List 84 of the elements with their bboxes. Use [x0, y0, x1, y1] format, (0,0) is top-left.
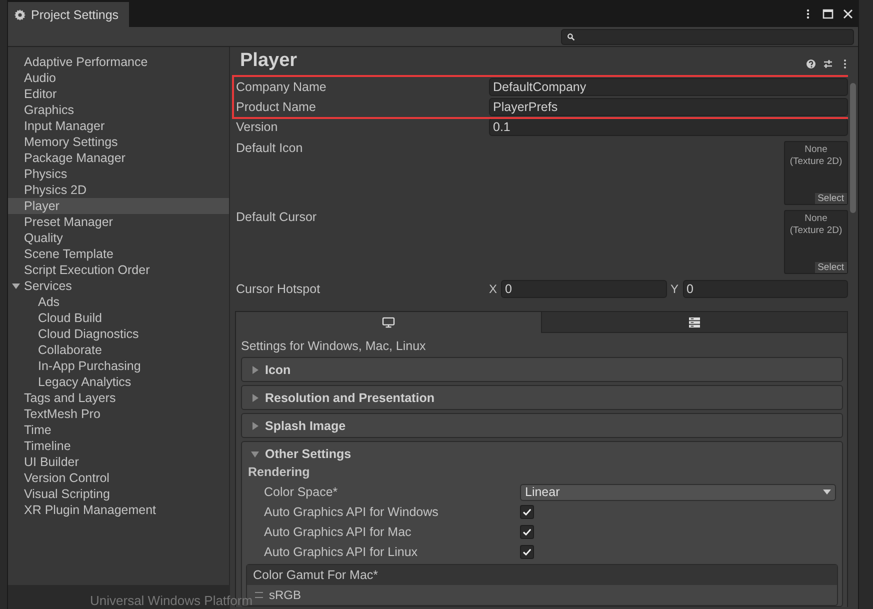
group-heading: Rendering: [248, 465, 311, 479]
window-title: Project Settings: [31, 8, 119, 22]
sidebar-item[interactable]: Editor: [8, 86, 229, 102]
sidebar-item[interactable]: Adaptive Performance: [8, 54, 229, 70]
field-label: Default Icon: [236, 141, 304, 155]
sidebar-item[interactable]: Scene Template: [8, 246, 229, 262]
server-icon: [688, 316, 701, 328]
slot-text: None (Texture 2D): [788, 212, 844, 237]
caret-icon: [251, 450, 259, 458]
sidebar-item[interactable]: Time: [8, 422, 229, 438]
caret-icon: [251, 394, 259, 402]
checkbox[interactable]: [520, 505, 534, 519]
texture-slot[interactable]: None (Texture 2D) Select: [784, 210, 848, 274]
search-icon: [567, 32, 575, 40]
checkbox[interactable]: [520, 545, 534, 559]
platform-heading: Settings for Windows, Mac, Linux: [241, 339, 427, 353]
texture-slot[interactable]: None (Texture 2D) Select: [784, 141, 848, 205]
sidebar-item[interactable]: Player: [8, 198, 229, 214]
help-icon[interactable]: [806, 59, 816, 69]
section-header[interactable]: Splash Image: [242, 414, 842, 437]
sidebar-item[interactable]: Quality: [8, 230, 229, 246]
select-button[interactable]: Select: [814, 262, 847, 273]
sidebar-item[interactable]: Services: [8, 278, 229, 294]
close-icon[interactable]: [842, 8, 854, 20]
sidebar-item[interactable]: Timeline: [8, 438, 229, 454]
caret-icon: [251, 366, 259, 374]
sidebar-item[interactable]: Cloud Diagnostics: [8, 326, 229, 342]
sidebar-item[interactable]: Legacy Analytics: [8, 374, 229, 390]
sliders-icon[interactable]: [823, 59, 833, 69]
sidebar-item[interactable]: Tags and Layers: [8, 390, 229, 406]
sidebar-item[interactable]: Audio: [8, 70, 229, 86]
checkbox[interactable]: [520, 525, 534, 539]
caret-icon[interactable]: [12, 282, 20, 290]
monitor-icon: [382, 316, 395, 328]
dropdown[interactable]: Linear: [520, 484, 836, 500]
scrollbar-thumb[interactable]: [850, 83, 856, 213]
setting-label: Auto Graphics API for Mac: [264, 525, 412, 539]
drag-handle-icon[interactable]: [255, 592, 263, 598]
sidebar-item[interactable]: Ads: [8, 294, 229, 310]
input-field[interactable]: 0: [501, 280, 666, 298]
axis-label: X: [489, 282, 497, 296]
background-text: Universal Windows Platform: [90, 593, 253, 608]
field-label: Company Name: [236, 80, 328, 94]
field-label: Cursor Hotspot: [236, 282, 322, 296]
input-field[interactable]: 0: [682, 280, 848, 298]
sidebar-item[interactable]: UI Builder: [8, 454, 229, 470]
list-header: Color Gamut For Mac*: [247, 565, 837, 585]
setting-label: Color Space*: [264, 485, 339, 499]
panel-title: Player: [240, 50, 298, 72]
sidebar-item[interactable]: Visual Scripting: [8, 486, 229, 502]
field-label: Default Cursor: [236, 210, 318, 224]
section-header[interactable]: Other Settings: [242, 442, 842, 465]
sidebar-item[interactable]: Memory Settings: [8, 134, 229, 150]
list-item[interactable]: sRGB: [269, 588, 302, 602]
sidebar-item[interactable]: Preset Manager: [8, 214, 229, 230]
sidebar-item[interactable]: Graphics: [8, 102, 229, 118]
caret-icon: [251, 422, 259, 430]
section-header[interactable]: Resolution and Presentation: [242, 386, 842, 409]
sidebar-item[interactable]: Collaborate: [8, 342, 229, 358]
select-button[interactable]: Select: [814, 193, 847, 204]
sidebar-item[interactable]: Script Execution Order: [8, 262, 229, 278]
maximize-icon[interactable]: [822, 8, 834, 20]
sidebar-item[interactable]: Cloud Build: [8, 310, 229, 326]
gear-icon: [14, 8, 26, 20]
setting-label: Auto Graphics API for Linux: [264, 545, 419, 559]
search-field[interactable]: [561, 28, 854, 44]
input-field[interactable]: PlayerPrefs: [489, 98, 848, 116]
sidebar-item[interactable]: TextMesh Pro: [8, 406, 229, 422]
field-label: Product Name: [236, 100, 317, 114]
slot-text: None (Texture 2D): [788, 143, 844, 168]
section-header[interactable]: Icon: [242, 358, 842, 381]
sidebar-item[interactable]: Package Manager: [8, 150, 229, 166]
sidebar-item[interactable]: Version Control: [8, 470, 229, 486]
sidebar-item[interactable]: XR Plugin Management: [8, 502, 229, 518]
input-field[interactable]: 0.1: [489, 118, 848, 136]
sidebar-item[interactable]: Input Manager: [8, 118, 229, 134]
sidebar-item[interactable]: Physics 2D: [8, 182, 229, 198]
setting-label: Auto Graphics API for Windows: [264, 505, 440, 519]
field-label: Version: [236, 120, 279, 134]
caret-icon: [823, 489, 831, 495]
sidebar-item[interactable]: Physics: [8, 166, 229, 182]
input-field[interactable]: DefaultCompany: [489, 78, 848, 96]
axis-label: Y: [670, 282, 678, 296]
sidebar-item[interactable]: In-App Purchasing: [8, 358, 229, 374]
